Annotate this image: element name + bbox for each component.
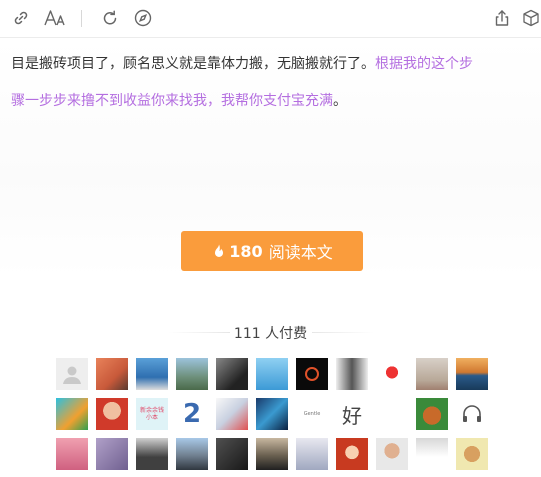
avatar-default[interactable] xyxy=(56,358,88,390)
avatar-bw-man[interactable] xyxy=(216,358,248,390)
avatar-mountain[interactable] xyxy=(176,438,208,470)
avatar-white-shirt[interactable] xyxy=(416,438,448,470)
refresh-icon[interactable] xyxy=(100,8,120,28)
toolbar-divider xyxy=(81,10,82,27)
avatar-dark-photo[interactable] xyxy=(216,438,248,470)
avatar-blank[interactable] xyxy=(376,398,408,430)
avatar-blue-swirl[interactable] xyxy=(256,398,288,430)
avatar-dusk-sky[interactable] xyxy=(256,438,288,470)
avatar-suit[interactable] xyxy=(336,358,368,390)
avatar-anime-girl[interactable] xyxy=(216,398,248,430)
avatar-text-card-label: 新余余钱 小本 xyxy=(139,407,164,421)
person-icon xyxy=(63,366,81,384)
avatar-cartoon-bear[interactable] xyxy=(416,398,448,430)
avatar-blue-figure[interactable] xyxy=(256,358,288,390)
avatar-hao[interactable]: 好 xyxy=(336,398,368,430)
article-area: 目是搬砖项目了，顾名思义就是靠体力搬，无脑搬就行了。根据我的这个步 骤一步步来撸… xyxy=(0,38,541,477)
avatar-dark-figure[interactable] xyxy=(136,438,168,470)
avatar-cartoon-girl[interactable] xyxy=(376,358,408,390)
font-size-icon[interactable] xyxy=(44,8,66,28)
avatar-cartoon-monkey[interactable] xyxy=(456,438,488,470)
avatar-small-text[interactable]: Gentle xyxy=(296,398,328,430)
avatar-red-hair[interactable] xyxy=(336,438,368,470)
share-icon[interactable] xyxy=(492,8,512,28)
read-article-button[interactable]: 180 阅读本文 xyxy=(181,231,363,271)
read-button-label: 阅读本文 xyxy=(268,243,333,262)
payers-label: 111 人付费 xyxy=(233,326,308,342)
avatar-blue-sky[interactable] xyxy=(136,358,168,390)
avatar-boy-red[interactable] xyxy=(96,398,128,430)
avatar-headphones[interactable] xyxy=(456,398,488,430)
avatar-landscape[interactable] xyxy=(176,358,208,390)
avatar-dog-walk[interactable] xyxy=(416,358,448,390)
divider-line xyxy=(168,332,230,333)
payers-count: 111 人付费 xyxy=(0,323,541,343)
toolbar xyxy=(0,0,541,38)
avatar-black-ring[interactable] xyxy=(296,358,328,390)
article-highlight: 骤一步步来撸不到收益你来找我，我帮你支付宝充满 xyxy=(11,93,333,109)
article-line-2: 骤一步步来撸不到收益你来找我，我帮你支付宝充满。 xyxy=(11,92,541,110)
link-icon[interactable] xyxy=(11,8,31,28)
avatar-orange-portrait[interactable] xyxy=(96,358,128,390)
article-highlight: 根据我的这个步 xyxy=(375,56,473,72)
avatar-bird[interactable] xyxy=(56,398,88,430)
article-line-1: 目是搬砖项目了，顾名思义就是靠体力搬，无脑搬就行了。根据我的这个步 xyxy=(11,55,541,73)
article-text: 目是搬砖项目了，顾名思义就是靠体力搬，无脑搬就行了。 xyxy=(11,56,375,72)
avatar-sunset-sea[interactable] xyxy=(456,358,488,390)
article-text: 。 xyxy=(333,93,347,109)
avatar-pink-girl[interactable] xyxy=(56,438,88,470)
divider-line xyxy=(312,332,374,333)
compass-icon[interactable] xyxy=(133,8,153,28)
avatar-man-glasses[interactable] xyxy=(376,438,408,470)
avatar-purple-photo[interactable] xyxy=(96,438,128,470)
cube-icon[interactable] xyxy=(521,8,541,28)
avatar-text-card[interactable]: 新余余钱 小本 xyxy=(136,398,168,430)
avatar-anime-white[interactable] xyxy=(296,438,328,470)
read-count: 180 xyxy=(229,241,263,261)
avatar-number-2[interactable]: 2 xyxy=(176,398,208,430)
headphones-icon xyxy=(463,405,481,422)
flame-icon xyxy=(211,243,227,259)
